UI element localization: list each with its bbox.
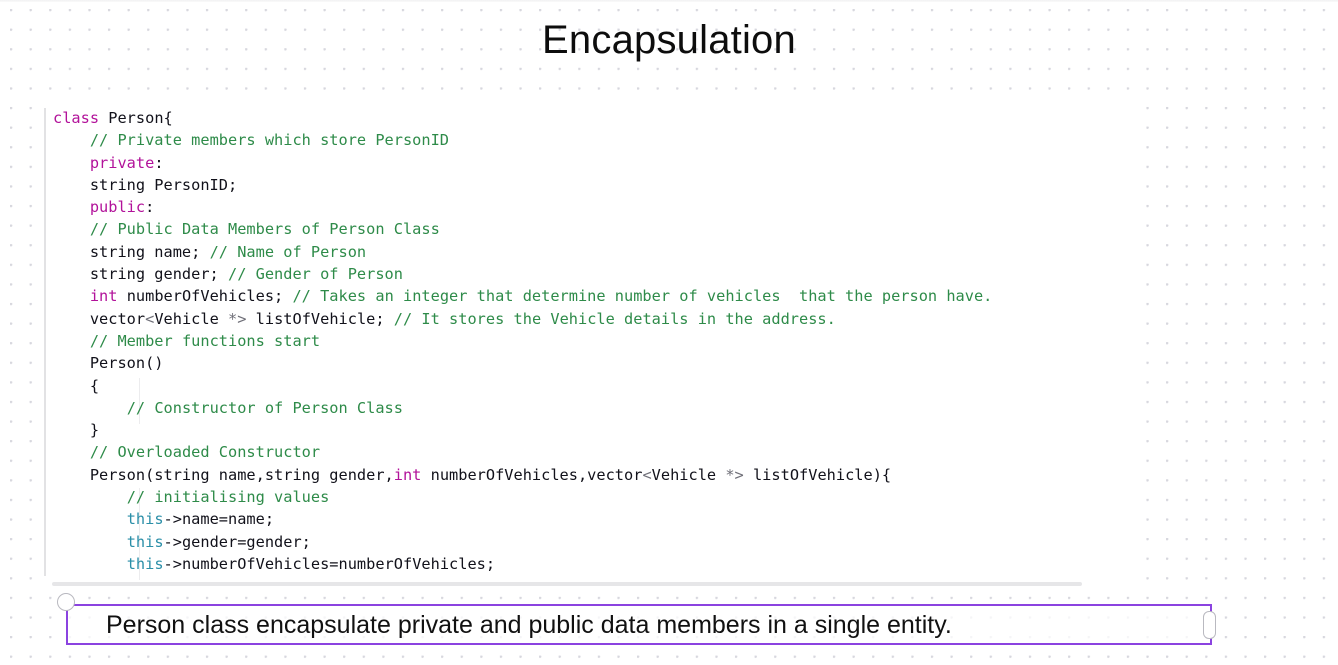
caption-textbox[interactable]: Person class encapsulate private and pub… [57, 593, 1216, 645]
rotate-handle-icon[interactable] [57, 593, 75, 611]
code-line: this->name=name; [53, 508, 1134, 530]
code-line: } [53, 419, 1134, 441]
code-line: // Public Data Members of Person Class [53, 218, 1134, 240]
code-token: // Private members which store PersonID [89, 131, 450, 150]
code-token: // Takes an integer that determine numbe… [292, 287, 993, 306]
code-token: // Name of Person [209, 242, 367, 261]
code-token: this [126, 532, 164, 551]
caption-text: Person class encapsulate private and pub… [106, 610, 952, 639]
code-line: // Member functions start [53, 330, 1134, 352]
code-token: ->gender=gender; [163, 532, 311, 551]
code-lines-container: class Person{ // Private members which s… [53, 106, 1134, 582]
code-line: vector<Vehicle *> listOfVehicle; // It s… [53, 308, 1134, 330]
code-token: listOfVehicle){ [743, 465, 892, 484]
code-line: string PersonID; [53, 174, 1134, 196]
page-title: Encapsulation [542, 18, 796, 62]
code-token: *> [228, 309, 247, 328]
code-line: int numberOfVehicles; // Takes an intege… [53, 285, 1134, 307]
code-token: // Member functions start [89, 331, 321, 350]
code-token: // It stores the Vehicle details in the … [393, 309, 836, 328]
code-token: ->name=name; [163, 510, 275, 529]
code-token: this [126, 510, 164, 529]
code-line: class Person{ [53, 107, 1134, 129]
canvas-top-edge [0, 0, 1338, 2]
code-token: Vehicle [651, 465, 726, 484]
code-token: Vehicle [154, 309, 229, 328]
code-block[interactable]: class Person{ // Private members which s… [44, 106, 1134, 582]
code-token: string PersonID; [53, 175, 238, 194]
resize-handle-right-icon[interactable] [1203, 610, 1216, 639]
code-token: class [53, 109, 109, 127]
code-line: string name; // Name of Person [53, 241, 1134, 263]
code-token: *> [725, 465, 744, 484]
code-left-rule [44, 108, 46, 576]
scrollbar-thumb[interactable] [52, 582, 1082, 586]
code-token: // initialising values [126, 488, 330, 507]
code-line: this->gender=gender; [53, 531, 1134, 553]
code-line: // initialising values [53, 486, 1134, 508]
code-token: // Constructor of Person Class [126, 398, 403, 417]
code-line: string gender; // Gender of Person [53, 263, 1134, 285]
code-token: Person{ [108, 109, 173, 127]
code-token: int [393, 465, 422, 484]
code-token: private [89, 153, 155, 172]
code-line: this->numberOfVehicles=numberOfVehicles; [53, 553, 1134, 575]
code-horizontal-scrollbar[interactable] [44, 580, 1134, 587]
code-token: string name; [53, 242, 210, 261]
code-line: { [53, 375, 1134, 397]
code-line: Person() [53, 352, 1134, 374]
code-line: // Private members which store PersonID [53, 129, 1134, 151]
code-line: private: [53, 152, 1134, 174]
code-token: : [154, 153, 164, 172]
code-token: < [145, 309, 155, 328]
code-line: // Overloaded Constructor [53, 441, 1134, 463]
code-token: : [145, 198, 155, 217]
code-token: // Gender of Person [227, 265, 403, 284]
code-token: numberOfVehicles; [117, 287, 293, 306]
code-token: listOfVehicle; [246, 309, 394, 328]
code-token: < [642, 465, 652, 484]
code-token: numberOfVehicles,vector [421, 465, 643, 484]
code-token: Person(string name,string gender, [53, 465, 394, 484]
code-token: int [89, 287, 118, 306]
code-token: { [53, 376, 100, 395]
code-token: vector [53, 309, 146, 328]
code-line: Person(string name,string gender,int num… [53, 464, 1134, 486]
code-token: } [53, 421, 100, 440]
code-token: ->numberOfVehicles=numberOfVehicles; [163, 554, 496, 573]
code-token: this [126, 554, 164, 573]
code-line: public: [53, 196, 1134, 218]
code-line: // Constructor of Person Class [53, 397, 1134, 419]
code-token: public [89, 198, 146, 217]
code-token: // Overloaded Constructor [89, 443, 321, 462]
code-token: // Public Data Members of Person Class [89, 220, 440, 239]
code-token: Person() [53, 354, 164, 373]
code-token: string gender; [53, 265, 228, 284]
